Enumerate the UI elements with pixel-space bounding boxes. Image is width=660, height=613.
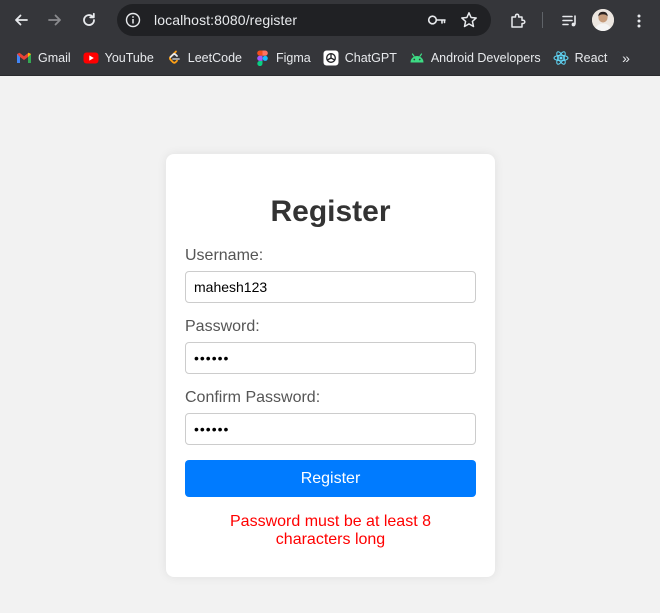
page-viewport: Register Username: Password: Confirm Pas… (0, 76, 660, 613)
register-button[interactable]: Register (185, 460, 476, 497)
browser-toolbar: localhost:8080/register (0, 0, 660, 40)
page-title: Register (270, 195, 391, 228)
bookmark-leetcode[interactable]: LeetCode (160, 44, 248, 72)
bookmark-label: Figma (276, 50, 311, 65)
url-path: :8080/register (210, 12, 298, 28)
gmail-icon (16, 50, 32, 66)
bookmark-label: Android Developers (430, 50, 541, 65)
back-arrow-icon (15, 14, 28, 26)
bookmarks-bar: Gmail YouTube LeetCode Figma ChatGPT And… (0, 40, 660, 76)
username-label: Username: (185, 247, 264, 264)
bookmark-gmail[interactable]: Gmail (10, 44, 77, 72)
error-message: Password must be at least 8 characters l… (230, 513, 431, 548)
youtube-icon (83, 50, 99, 66)
bookmark-figma[interactable]: Figma (248, 44, 317, 72)
confirm-password-label: Confirm Password: (185, 389, 321, 406)
username-input[interactable] (185, 271, 476, 303)
bookmark-label: LeetCode (187, 50, 242, 65)
react-icon (553, 50, 569, 66)
bookmark-label: Gmail (38, 50, 71, 65)
bookmark-label: YouTube (104, 50, 154, 65)
confirm-password-input[interactable] (185, 413, 476, 445)
site-info-button[interactable] (120, 7, 146, 33)
bookmark-react[interactable]: React (547, 44, 614, 72)
bookmark-android-developers[interactable]: Android Developers (403, 44, 547, 72)
register-card: Register Username: Password: Confirm Pas… (166, 154, 495, 577)
password-input[interactable] (185, 342, 476, 374)
puzzle-icon (511, 13, 526, 28)
bookmark-label: ChatGPT (344, 50, 397, 65)
password-label: Password: (185, 318, 260, 335)
browser-menu-button[interactable] (624, 6, 654, 36)
figma-icon (254, 50, 270, 66)
profile-avatar[interactable] (592, 9, 614, 31)
forward-button[interactable] (40, 5, 70, 35)
address-bar[interactable]: localhost:8080/register (117, 4, 491, 36)
bookmark-youtube[interactable]: YouTube (77, 44, 160, 72)
info-icon (125, 12, 141, 28)
reload-icon (83, 12, 95, 26)
media-controls-button[interactable] (555, 6, 585, 36)
password-key-button[interactable] (423, 6, 451, 34)
back-button[interactable] (6, 5, 36, 35)
bookmarks-overflow-button[interactable]: » (612, 44, 640, 72)
extensions-button[interactable] (503, 6, 533, 36)
forward-arrow-icon (48, 14, 61, 26)
url-host: localhost (154, 12, 211, 28)
android-icon (409, 50, 425, 66)
bookmark-label: React (574, 50, 608, 65)
key-icon (427, 15, 446, 25)
avatar-icon (592, 9, 614, 31)
more-vert-icon (637, 14, 641, 28)
url-text[interactable]: localhost:8080/register (154, 12, 423, 28)
playlist-icon (562, 15, 576, 27)
leetcode-icon (166, 50, 182, 66)
toolbar-divider (542, 12, 543, 28)
star-icon (461, 12, 477, 28)
reload-button[interactable] (74, 5, 104, 35)
bookmark-star-button[interactable] (455, 6, 483, 34)
chatgpt-icon (323, 50, 339, 66)
bookmark-chatgpt[interactable]: ChatGPT (317, 44, 403, 72)
